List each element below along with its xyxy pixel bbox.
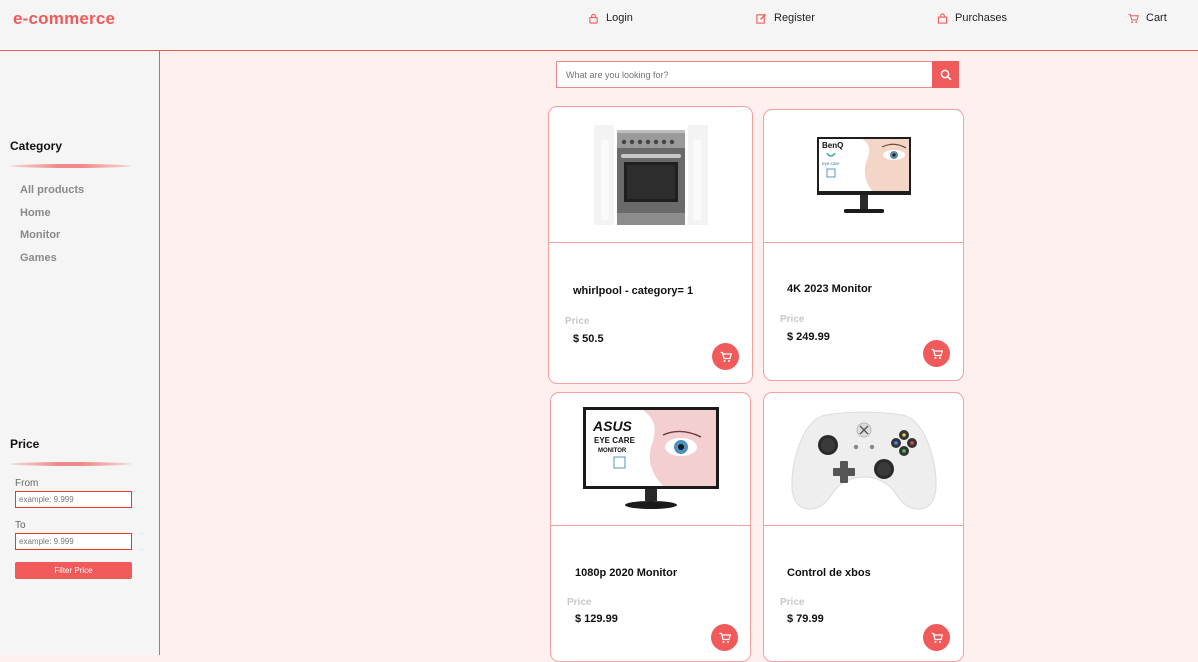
product-name[interactable]: 4K 2023 Monitor bbox=[787, 283, 872, 295]
category-item-monitor[interactable]: Monitor bbox=[20, 228, 84, 251]
product-image-controller[interactable] bbox=[764, 393, 963, 526]
product-price: $ 79.99 bbox=[787, 613, 824, 625]
add-to-cart-button[interactable] bbox=[923, 340, 950, 367]
category-list: All products Home Monitor Games bbox=[20, 183, 84, 274]
controller-image bbox=[790, 411, 937, 510]
filter-sidebar: Category All products Home Monitor Games… bbox=[0, 51, 160, 655]
category-item-home[interactable]: Home bbox=[20, 206, 84, 229]
nav-cart[interactable]: Cart bbox=[1128, 12, 1167, 24]
nav-register-label: Register bbox=[774, 12, 815, 24]
product-card[interactable]: BenQ eye-care 4K 2023 Monitor Price $ 24… bbox=[763, 109, 964, 381]
price-title: Price bbox=[10, 437, 40, 451]
price-to-input[interactable] bbox=[15, 533, 132, 550]
product-image-stove[interactable] bbox=[549, 107, 752, 243]
lock-icon bbox=[589, 13, 598, 24]
product-price-label: Price bbox=[567, 597, 592, 608]
product-name[interactable]: Control de xbos bbox=[787, 567, 871, 579]
product-price: $ 249.99 bbox=[787, 331, 830, 343]
price-divider bbox=[10, 462, 131, 466]
cart-icon bbox=[719, 632, 731, 643]
product-name[interactable]: whirlpool - category= 1 bbox=[573, 285, 693, 297]
nav-purchases[interactable]: Purchases bbox=[937, 12, 1007, 24]
search-button[interactable] bbox=[932, 61, 959, 88]
product-card[interactable]: whirlpool - category= 1 Price $ 50.5 bbox=[548, 106, 753, 384]
asus-eyecare-text: EYE CARE bbox=[594, 436, 636, 445]
product-card[interactable]: Control de xbos Price $ 79.99 bbox=[763, 392, 964, 662]
category-title: Category bbox=[10, 139, 63, 153]
monitor-image: ASUS EYE CARE MONITOR bbox=[582, 407, 719, 509]
filter-price-button[interactable]: Filter Price bbox=[15, 562, 132, 579]
product-price: $ 129.99 bbox=[575, 613, 618, 625]
bag-icon bbox=[937, 12, 948, 24]
nav-login[interactable]: Login bbox=[588, 12, 633, 24]
brand-logo[interactable]: e-commerce bbox=[13, 9, 115, 29]
cart-icon bbox=[720, 351, 732, 362]
benq-brand-text: BenQ bbox=[822, 141, 843, 150]
edit-icon bbox=[756, 13, 767, 24]
search-input[interactable] bbox=[556, 61, 932, 88]
category-item-games[interactable]: Games bbox=[20, 251, 84, 274]
top-navbar: e-commerce Login Register Purchases Cart bbox=[0, 0, 1198, 51]
product-card[interactable]: ASUS EYE CARE MONITOR 1080p 2020 Monitor… bbox=[550, 392, 751, 662]
asus-monitor-text: MONITOR bbox=[598, 448, 627, 454]
price-to-label: To bbox=[15, 520, 26, 531]
product-price-label: Price bbox=[565, 316, 590, 327]
add-to-cart-button[interactable] bbox=[923, 624, 950, 651]
product-image-monitor-asus[interactable]: ASUS EYE CARE MONITOR bbox=[551, 393, 750, 526]
nav-login-label: Login bbox=[606, 12, 633, 24]
category-divider bbox=[10, 164, 131, 168]
benq-caption-text: eye-care bbox=[822, 161, 840, 166]
add-to-cart-button[interactable] bbox=[712, 343, 739, 370]
cart-icon bbox=[931, 348, 943, 359]
cart-icon bbox=[931, 632, 943, 643]
monitor-image: BenQ eye-care bbox=[816, 137, 911, 213]
product-image-monitor-benq[interactable]: BenQ eye-care bbox=[764, 110, 963, 243]
price-from-input[interactable] bbox=[15, 491, 132, 508]
price-from-label: From bbox=[15, 478, 39, 489]
product-price-label: Price bbox=[780, 314, 805, 325]
search-bar bbox=[556, 61, 959, 88]
add-to-cart-button[interactable] bbox=[711, 624, 738, 651]
product-price: $ 50.5 bbox=[573, 333, 604, 345]
nav-cart-label: Cart bbox=[1146, 12, 1167, 24]
product-price-label: Price bbox=[780, 597, 805, 608]
stove-image bbox=[593, 124, 708, 225]
search-icon bbox=[940, 69, 951, 80]
nav-purchases-label: Purchases bbox=[955, 12, 1007, 24]
category-item-all-products[interactable]: All products bbox=[20, 183, 84, 206]
product-name[interactable]: 1080p 2020 Monitor bbox=[575, 567, 677, 579]
nav-register[interactable]: Register bbox=[756, 12, 815, 24]
asus-brand-text: ASUS bbox=[592, 418, 633, 434]
cart-icon bbox=[1128, 13, 1139, 23]
